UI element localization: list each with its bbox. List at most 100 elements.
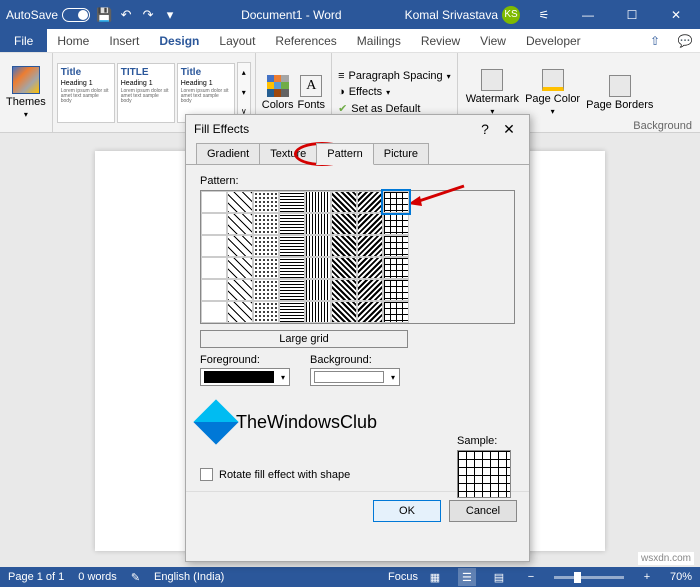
- pattern-swatch[interactable]: [227, 235, 253, 257]
- style-set-card[interactable]: Title Heading 1 Lorem ipsum dolor sit am…: [57, 63, 115, 123]
- pattern-swatch[interactable]: [305, 257, 331, 279]
- pattern-swatch[interactable]: [331, 235, 357, 257]
- pattern-swatch[interactable]: [357, 235, 383, 257]
- user-name[interactable]: Komal Srivastava: [405, 8, 498, 22]
- proofing-icon[interactable]: ✎: [131, 571, 140, 584]
- zoom-in-icon[interactable]: +: [638, 568, 656, 586]
- pattern-swatch[interactable]: [279, 279, 305, 301]
- pattern-swatch[interactable]: [357, 301, 383, 323]
- pattern-swatch[interactable]: [201, 301, 227, 323]
- background-dropdown[interactable]: ▾: [310, 368, 400, 386]
- colors-button[interactable]: Colors: [262, 75, 294, 111]
- pattern-swatch[interactable]: [331, 213, 357, 235]
- minimize-icon[interactable]: —: [568, 0, 608, 29]
- pattern-swatch[interactable]: [279, 213, 305, 235]
- pattern-swatch[interactable]: [383, 191, 409, 213]
- pattern-swatch[interactable]: [331, 257, 357, 279]
- autosave-toggle[interactable]: AutoSave: [6, 8, 90, 22]
- tab-mailings[interactable]: Mailings: [347, 29, 411, 52]
- tab-design[interactable]: Design: [149, 29, 209, 52]
- word-count[interactable]: 0 words: [78, 571, 117, 583]
- ribbon-options-icon[interactable]: ⚟: [524, 0, 564, 29]
- tab-home[interactable]: Home: [47, 29, 99, 52]
- pattern-swatch[interactable]: [227, 257, 253, 279]
- pattern-swatch[interactable]: [357, 213, 383, 235]
- pattern-swatch[interactable]: [305, 213, 331, 235]
- tab-texture[interactable]: Texture: [259, 143, 317, 164]
- style-set-card[interactable]: TITLE Heading 1 Lorem ipsum dolor sit am…: [117, 63, 175, 123]
- pattern-swatch[interactable]: [279, 235, 305, 257]
- user-avatar[interactable]: KS: [502, 6, 520, 24]
- language-indicator[interactable]: English (India): [154, 571, 224, 583]
- comments-icon[interactable]: 💬: [670, 29, 700, 53]
- pattern-swatch[interactable]: [201, 235, 227, 257]
- pattern-swatch[interactable]: [305, 235, 331, 257]
- save-icon[interactable]: 💾: [96, 7, 112, 23]
- pattern-swatch[interactable]: [201, 257, 227, 279]
- paragraph-spacing-button[interactable]: ≡ Paragraph Spacing ▾: [338, 70, 451, 82]
- pattern-swatch[interactable]: [253, 213, 279, 235]
- pattern-swatch[interactable]: [253, 235, 279, 257]
- zoom-level[interactable]: 70%: [670, 571, 692, 583]
- tab-picture[interactable]: Picture: [373, 143, 429, 164]
- pattern-swatch[interactable]: [253, 301, 279, 323]
- tab-review[interactable]: Review: [411, 29, 470, 52]
- pattern-swatch[interactable]: [305, 279, 331, 301]
- tab-layout[interactable]: Layout: [209, 29, 265, 52]
- close-window-icon[interactable]: ✕: [656, 0, 696, 29]
- pattern-swatch[interactable]: [383, 213, 409, 235]
- rotate-checkbox[interactable]: [200, 468, 213, 481]
- ok-button[interactable]: OK: [373, 500, 441, 522]
- pattern-swatch[interactable]: [253, 257, 279, 279]
- scroll-up-icon[interactable]: ▴: [238, 63, 250, 83]
- tab-file[interactable]: File: [0, 29, 47, 52]
- qat-customize-icon[interactable]: ▾: [162, 7, 178, 23]
- pattern-swatch[interactable]: [357, 257, 383, 279]
- pattern-swatch[interactable]: [305, 301, 331, 323]
- fonts-button[interactable]: A Fonts: [298, 75, 326, 111]
- read-mode-icon[interactable]: ▦: [426, 568, 444, 586]
- tab-insert[interactable]: Insert: [99, 29, 149, 52]
- pattern-swatch[interactable]: [383, 301, 409, 323]
- pattern-swatch[interactable]: [201, 191, 227, 213]
- focus-mode-button[interactable]: Focus: [394, 568, 412, 586]
- pattern-swatch[interactable]: [227, 191, 253, 213]
- pattern-swatch[interactable]: [201, 279, 227, 301]
- zoom-slider[interactable]: [554, 576, 624, 579]
- web-layout-icon[interactable]: ▤: [490, 568, 508, 586]
- print-layout-icon[interactable]: ☰: [458, 568, 476, 586]
- pattern-swatch[interactable]: [279, 191, 305, 213]
- maximize-icon[interactable]: ☐: [612, 0, 652, 29]
- watermark-button[interactable]: Watermark ▾: [466, 69, 519, 116]
- pattern-swatch[interactable]: [331, 301, 357, 323]
- pattern-swatch[interactable]: [331, 279, 357, 301]
- pattern-swatch[interactable]: [383, 257, 409, 279]
- pattern-swatch[interactable]: [331, 191, 357, 213]
- tab-references[interactable]: References: [265, 29, 346, 52]
- pattern-swatch[interactable]: [227, 301, 253, 323]
- foreground-dropdown[interactable]: ▾: [200, 368, 290, 386]
- zoom-out-icon[interactable]: −: [522, 568, 540, 586]
- tab-gradient[interactable]: Gradient: [196, 143, 260, 164]
- page-borders-button[interactable]: Page Borders: [586, 75, 653, 111]
- page-color-button[interactable]: Page Color ▾: [525, 69, 580, 116]
- pattern-swatch[interactable]: [279, 301, 305, 323]
- themes-button[interactable]: Themes ▾: [6, 66, 46, 119]
- pattern-swatch[interactable]: [357, 191, 383, 213]
- pattern-swatch[interactable]: [253, 191, 279, 213]
- pattern-swatch[interactable]: [357, 279, 383, 301]
- toggle-off-icon[interactable]: [62, 8, 90, 22]
- pattern-swatch[interactable]: [383, 279, 409, 301]
- tab-developer[interactable]: Developer: [516, 29, 591, 52]
- help-icon[interactable]: ?: [473, 117, 497, 141]
- pattern-swatch[interactable]: [305, 191, 331, 213]
- effects-button[interactable]: ◑ Effects ▾: [338, 86, 451, 98]
- tab-pattern[interactable]: Pattern: [316, 143, 373, 165]
- tab-view[interactable]: View: [470, 29, 516, 52]
- scroll-down-icon[interactable]: ▾: [238, 83, 250, 103]
- redo-icon[interactable]: ↷: [140, 7, 156, 23]
- pattern-swatch[interactable]: [227, 213, 253, 235]
- pattern-swatch[interactable]: [201, 213, 227, 235]
- close-icon[interactable]: ✕: [497, 117, 521, 141]
- pattern-swatch[interactable]: [227, 279, 253, 301]
